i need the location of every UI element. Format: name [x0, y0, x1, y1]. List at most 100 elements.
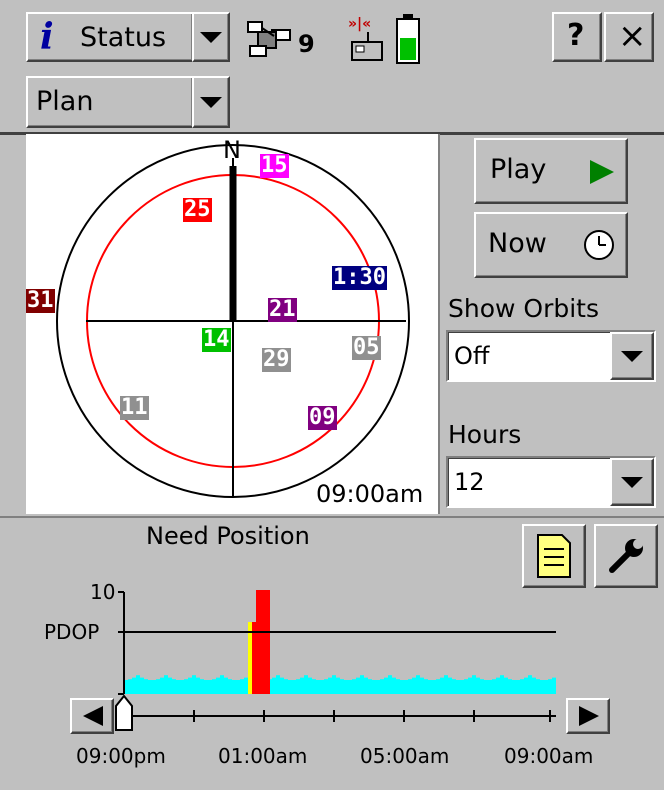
pdop-bar	[388, 675, 392, 694]
satellite-label[interactable]: 11	[120, 396, 149, 420]
pdop-bar	[364, 677, 368, 694]
pdop-bar	[328, 677, 332, 694]
pdop-bar	[352, 679, 356, 694]
pdop-bar	[188, 677, 192, 694]
pdop-label: PDOP	[44, 620, 100, 644]
pdop-bar	[520, 679, 524, 694]
play-label: Play	[490, 154, 547, 185]
satellite-label[interactable]: 29	[262, 348, 291, 372]
pdop-bar	[420, 677, 424, 694]
show-orbits-select[interactable]: Off	[446, 330, 656, 382]
satellite-label[interactable]: 14	[202, 328, 231, 352]
pdop-bar	[296, 679, 300, 694]
timeline-tick-label: 01:00am	[218, 744, 308, 768]
pdop-bar	[552, 677, 556, 694]
timeline-next-button[interactable]	[566, 698, 610, 734]
pdop-bar	[168, 677, 172, 694]
satellite-icon[interactable]	[246, 16, 296, 62]
pdop-bar	[484, 680, 488, 694]
pdop-bar	[240, 679, 244, 694]
pdop-bar	[208, 680, 212, 694]
pdop-max-label: 10	[90, 580, 116, 604]
show-orbits-dropdown[interactable]	[610, 332, 654, 380]
view-selector[interactable]: Plan	[26, 76, 194, 128]
hours-dropdown[interactable]	[610, 458, 654, 506]
timeline-prev-button[interactable]	[70, 698, 114, 734]
pdop-bar	[348, 680, 352, 694]
pdop-bar	[468, 677, 472, 694]
radio-link-icon[interactable]: »|«	[346, 14, 390, 64]
pdop-bar	[244, 677, 248, 694]
pdop-bar	[376, 680, 380, 694]
view-selector-dropdown[interactable]	[192, 76, 230, 128]
pdop-bar	[200, 679, 204, 694]
show-orbits-label: Show Orbits	[448, 294, 600, 323]
pdop-bar	[380, 679, 384, 694]
close-icon: ×	[618, 16, 647, 56]
timeline-tick-label: 09:00am	[504, 744, 594, 768]
pdop-bar	[392, 677, 396, 694]
timeline-tick-label: 05:00am	[360, 744, 450, 768]
satellite-label[interactable]: 31	[26, 289, 55, 313]
pdop-bar	[540, 680, 544, 694]
satellite-label[interactable]: 05	[352, 336, 381, 360]
pdop-bar	[196, 677, 200, 694]
satellite-label[interactable]: 15	[260, 154, 289, 178]
pdop-bar	[224, 677, 228, 694]
hours-select[interactable]: 12	[446, 456, 656, 508]
pdop-bar	[544, 680, 548, 694]
pdop-bar	[476, 677, 480, 694]
pdop-bar	[152, 680, 156, 694]
pdop-bar	[500, 675, 504, 694]
pdop-high-bar	[256, 590, 270, 694]
pdop-bar	[464, 679, 468, 694]
pdop-bar	[180, 680, 184, 694]
pdop-bar	[488, 680, 492, 694]
app-label: Status	[80, 22, 167, 53]
pdop-bar	[428, 680, 432, 694]
pdop-bar	[308, 677, 312, 694]
play-button[interactable]: Play	[474, 138, 628, 204]
pdop-bar	[204, 680, 208, 694]
pdop-bar	[212, 679, 216, 694]
help-button[interactable]: ?	[552, 12, 602, 62]
pdop-bar	[288, 680, 292, 694]
timeline-tick-label: 09:00pm	[76, 744, 166, 768]
pdop-bar	[128, 679, 132, 694]
pdop-bar	[144, 679, 148, 694]
satellite-label[interactable]: 1:30	[332, 266, 387, 290]
timeline-slider-handle[interactable]	[115, 694, 133, 731]
pdop-bar	[236, 680, 240, 694]
pdop-bar	[324, 679, 328, 694]
pdop-bar	[156, 679, 160, 694]
pdop-bar	[516, 680, 520, 694]
pdop-bar	[148, 680, 152, 694]
satellite-label[interactable]: 09	[308, 406, 337, 430]
pdop-bar	[300, 677, 304, 694]
pdop-bar	[276, 675, 280, 694]
info-icon: i	[40, 16, 54, 58]
pdop-bar	[140, 677, 144, 694]
pdop-bar	[396, 679, 400, 694]
pdop-bar	[548, 679, 552, 694]
help-icon: ?	[567, 18, 585, 53]
pdop-bar	[384, 677, 388, 694]
app-menu-dropdown[interactable]	[192, 12, 230, 62]
pdop-bar	[216, 677, 220, 694]
pdop-bar	[412, 677, 416, 694]
pdop-bar	[320, 680, 324, 694]
battery-icon[interactable]	[394, 12, 422, 66]
satellite-label[interactable]: 25	[183, 198, 212, 222]
pdop-bar	[424, 679, 428, 694]
pdop-bar	[316, 680, 320, 694]
close-button[interactable]: ×	[604, 12, 654, 62]
pdop-bar	[332, 675, 336, 694]
view-selector-row: Plan	[0, 76, 664, 135]
pdop-bar	[456, 680, 460, 694]
pdop-bar	[504, 677, 508, 694]
satellite-label[interactable]: 21	[268, 298, 297, 322]
app-menu-button[interactable]: i Status	[26, 12, 194, 62]
pdop-bar	[176, 680, 180, 694]
now-button[interactable]: Now	[474, 212, 628, 278]
pdop-bar	[344, 680, 348, 694]
